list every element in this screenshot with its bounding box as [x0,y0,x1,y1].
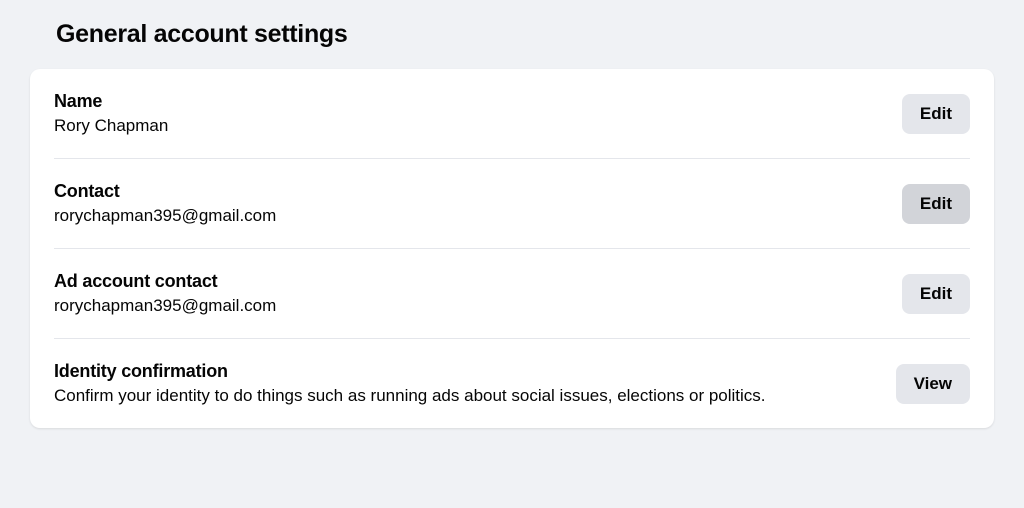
edit-name-button[interactable]: Edit [902,94,970,134]
row-identity: Identity confirmation Confirm your ident… [54,339,970,428]
row-name: Name Rory Chapman Edit [54,69,970,159]
ad-contact-label: Ad account contact [54,271,882,292]
view-identity-button[interactable]: View [896,364,970,404]
page-title: General account settings [30,0,994,69]
edit-contact-button[interactable]: Edit [902,184,970,224]
row-ad-contact: Ad account contact rorychapman395@gmail.… [54,249,970,339]
contact-label: Contact [54,181,882,202]
identity-label: Identity confirmation [54,361,876,382]
identity-value: Confirm your identity to do things such … [54,386,876,406]
name-label: Name [54,91,882,112]
settings-card: Name Rory Chapman Edit Contact rorychapm… [30,69,994,428]
contact-value: rorychapman395@gmail.com [54,206,882,226]
row-name-text: Name Rory Chapman [54,91,902,136]
row-ad-contact-text: Ad account contact rorychapman395@gmail.… [54,271,902,316]
edit-ad-contact-button[interactable]: Edit [902,274,970,314]
name-value: Rory Chapman [54,116,882,136]
row-contact: Contact rorychapman395@gmail.com Edit [54,159,970,249]
ad-contact-value: rorychapman395@gmail.com [54,296,882,316]
row-identity-text: Identity confirmation Confirm your ident… [54,361,896,406]
row-contact-text: Contact rorychapman395@gmail.com [54,181,902,226]
